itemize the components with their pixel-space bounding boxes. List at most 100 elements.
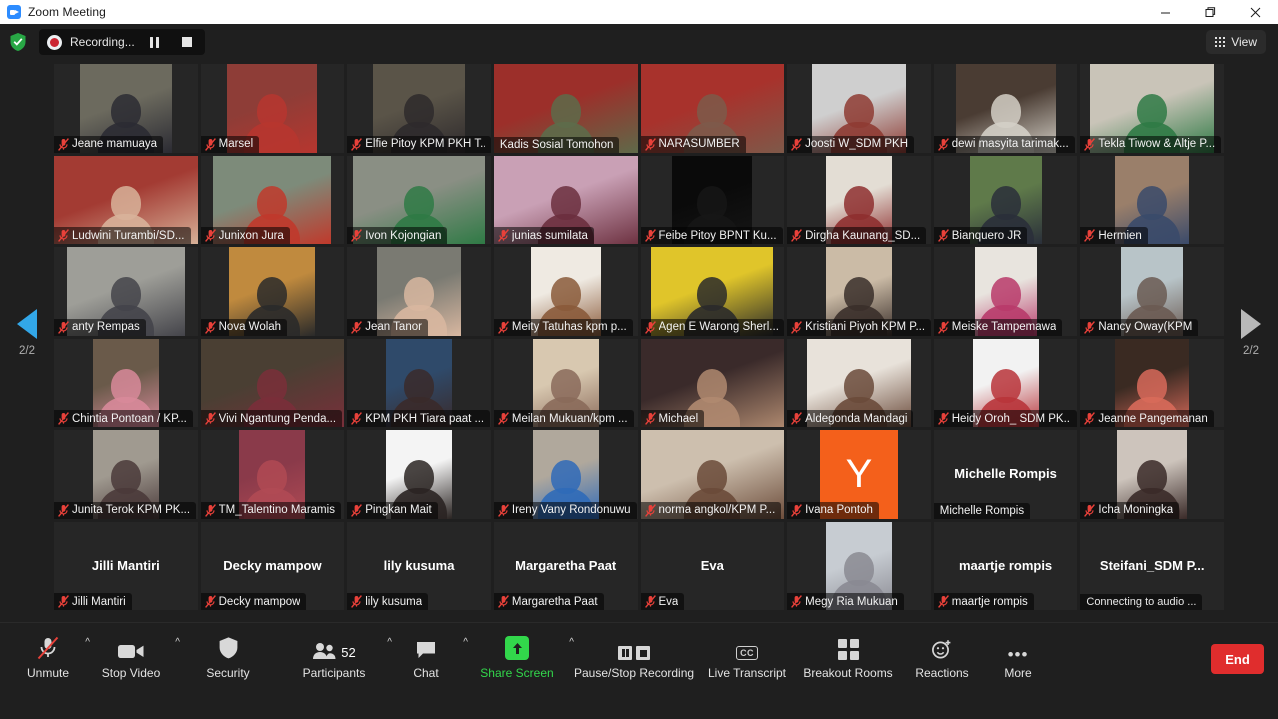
participant-audio-status: Connecting to audio ... bbox=[1086, 596, 1197, 608]
participant-tile[interactable]: Agen E Warong Sherl... bbox=[640, 247, 785, 336]
participant-name: Meity Tatuhas kpm p... bbox=[511, 321, 627, 333]
participant-tile[interactable]: TM_Talentino Maramis bbox=[200, 430, 345, 519]
participant-name: Meilan Mukuan/kpm ... bbox=[511, 412, 628, 425]
participant-tile[interactable]: Jeanne Pangemanan bbox=[1080, 338, 1224, 427]
breakout-button[interactable]: Breakout Rooms bbox=[796, 632, 900, 680]
microphone-muted-icon bbox=[497, 229, 509, 242]
participants-button[interactable]: 52 Participants ^ bbox=[280, 632, 392, 681]
participant-name-bar: Ivana Pontoh bbox=[787, 501, 879, 519]
participant-name-bar: Pingkan Mait bbox=[347, 501, 438, 519]
participant-tile[interactable]: Nancy Oway(KPM bbox=[1080, 247, 1224, 336]
participant-tile[interactable]: Eva Eva bbox=[640, 521, 785, 610]
participant-name: Kadis Sosial Tomohon bbox=[499, 138, 614, 151]
transcript-button[interactable]: CC Live Transcript bbox=[698, 632, 796, 680]
participant-name-bar: Hermien bbox=[1080, 227, 1148, 244]
meeting-toolbar: Unmute ^ Stop Video ^ Security 52 Participants… bbox=[0, 622, 1278, 719]
participant-tile[interactable]: Tekla Tiwow & Altje P... bbox=[1080, 64, 1224, 153]
participant-tile[interactable]: Aldegonda Mandagi bbox=[787, 338, 931, 427]
participant-tile[interactable]: NARASUMBER bbox=[640, 64, 785, 153]
participant-name: Jean Tanor bbox=[365, 321, 422, 333]
participant-tile[interactable]: Elfie Pitoy KPM PKH T... bbox=[347, 64, 491, 153]
participant-tile[interactable]: Megy Ria Mukuan bbox=[787, 521, 931, 610]
participant-tile[interactable]: Kristiani Piyoh KPM P... bbox=[787, 247, 931, 336]
maximize-icon[interactable] bbox=[1188, 0, 1233, 24]
stop-recording-button[interactable] bbox=[175, 31, 199, 53]
participant-tile[interactable]: KPM PKH Tiara paat ... bbox=[347, 338, 491, 427]
participant-tile[interactable]: Meity Tatuhas kpm p... bbox=[493, 247, 638, 336]
microphone-muted-icon bbox=[204, 595, 216, 608]
participant-tile[interactable]: Feibe Pitoy BPNT Ku... bbox=[640, 155, 785, 244]
participant-tile[interactable]: Icha Moningka bbox=[1080, 430, 1224, 519]
participant-name-bar: Aldegonda Mandagi bbox=[787, 410, 914, 427]
participant-name: KPM PKH Tiara paat ... bbox=[365, 412, 485, 425]
participant-tile[interactable]: Dirgha Kaunang_SD... bbox=[787, 155, 931, 244]
participant-name: Dirgha Kaunang_SD... bbox=[805, 229, 921, 242]
participant-tile[interactable]: Bianquero JR bbox=[933, 155, 1078, 244]
participant-tile[interactable]: Junita Terok KPM PK... bbox=[54, 430, 198, 519]
previous-page-button[interactable]: 2/2 bbox=[0, 60, 54, 606]
end-meeting-button[interactable]: End bbox=[1211, 644, 1264, 674]
participant-tile[interactable]: Heidy Oroh_ SDM PK... bbox=[933, 338, 1078, 427]
participant-tile[interactable]: Ludwini Turambi/SD... bbox=[54, 155, 198, 244]
microphone-muted-icon bbox=[644, 320, 656, 334]
participant-tile[interactable]: Pingkan Mait bbox=[347, 430, 491, 519]
participant-tile[interactable]: norma angkol/KPM P... bbox=[640, 430, 785, 519]
participant-tile[interactable]: Michelle Rompis Michelle Rompis bbox=[933, 430, 1078, 519]
security-button[interactable]: Security bbox=[176, 632, 280, 680]
participant-tile[interactable]: lily kusuma lily kusuma bbox=[347, 521, 491, 610]
participant-name: Kristiani Piyoh KPM P... bbox=[805, 321, 925, 333]
participant-name: Vivi Ngantung Penda... bbox=[218, 412, 337, 425]
chat-button[interactable]: Chat ^ bbox=[388, 632, 468, 681]
video-button[interactable]: Stop Video ^ bbox=[86, 632, 180, 681]
participant-tile[interactable]: Steifani_SDM P... Connecting to audio ... bbox=[1080, 521, 1224, 610]
participant-tile[interactable]: Y Ivana Pontoh bbox=[787, 430, 931, 519]
participant-tile[interactable]: Ivon Kojongian bbox=[347, 155, 491, 244]
participant-tile[interactable]: Nova Wolah bbox=[200, 247, 345, 336]
participant-name: Michelle Rompis bbox=[939, 504, 1025, 517]
participant-tile[interactable]: junias sumilata bbox=[493, 155, 638, 244]
participant-tile[interactable]: Vivi Ngantung Penda... bbox=[200, 338, 345, 427]
microphone-muted-icon bbox=[791, 137, 803, 151]
view-button[interactable]: View bbox=[1205, 30, 1266, 54]
participant-name: Decky mampow bbox=[218, 595, 301, 608]
participant-tile[interactable]: Marsel bbox=[200, 64, 345, 153]
participant-tile[interactable]: Meilan Mukuan/kpm ... bbox=[493, 338, 638, 427]
participant-tile[interactable]: Decky mampow Decky mampow bbox=[200, 521, 345, 610]
participant-name: anty Rempas bbox=[72, 321, 140, 333]
participant-tile[interactable]: Junixon Jura bbox=[200, 155, 345, 244]
participant-tile[interactable]: Michael bbox=[640, 338, 785, 427]
participant-name-bar: Nova Wolah bbox=[200, 318, 288, 336]
participant-tile[interactable]: Margaretha Paat Margaretha Paat bbox=[493, 521, 638, 610]
next-page-button[interactable]: 2/2 bbox=[1224, 60, 1278, 606]
share-button[interactable]: Share Screen ^ bbox=[464, 632, 574, 680]
participant-tile[interactable]: Ireny Vany Rondonuwu bbox=[493, 430, 638, 519]
more-button[interactable]: ••• More bbox=[984, 632, 1052, 680]
participant-tile[interactable]: dewi masyita tarimak... bbox=[933, 64, 1078, 153]
participant-tile[interactable]: Chintia Pontoan / KP... bbox=[54, 338, 198, 427]
participant-tile[interactable]: Joosti W_SDM PKH bbox=[787, 64, 931, 153]
pause-recording-button[interactable] bbox=[143, 31, 167, 53]
participant-tile[interactable]: maartje rompis maartje rompis bbox=[933, 521, 1078, 610]
participant-tile[interactable]: anty Rempas bbox=[54, 247, 198, 336]
microphone-muted-icon bbox=[204, 503, 216, 517]
recording-button[interactable]: Pause/Stop Recording bbox=[570, 632, 698, 680]
microphone-muted-icon bbox=[791, 320, 803, 334]
participant-tile[interactable]: Kadis Sosial Tomohon bbox=[493, 64, 638, 153]
minimize-icon[interactable] bbox=[1143, 0, 1188, 24]
participant-tile[interactable]: Jilli Mantiri Jilli Mantiri bbox=[54, 521, 198, 610]
participant-tile[interactable]: Jeane mamuaya bbox=[54, 64, 198, 153]
participant-tile[interactable]: Meiske Tampemawa bbox=[933, 247, 1078, 336]
microphone-muted-icon bbox=[791, 595, 803, 608]
mute-button[interactable]: Unmute ^ bbox=[10, 632, 90, 680]
microphone-muted-icon bbox=[351, 595, 363, 608]
shield-check-icon[interactable] bbox=[9, 32, 27, 52]
participant-name: Ireny Vany Rondonuwu bbox=[511, 504, 631, 516]
participant-tile[interactable]: Hermien bbox=[1080, 155, 1224, 244]
participant-name: Meiske Tampemawa bbox=[951, 321, 1057, 333]
microphone-muted-icon bbox=[937, 137, 949, 151]
participant-tile[interactable]: Jean Tanor bbox=[347, 247, 491, 336]
participant-name: Jeanne Pangemanan bbox=[1098, 412, 1208, 425]
reactions-button[interactable]: Reactions bbox=[900, 632, 984, 680]
close-icon[interactable] bbox=[1233, 0, 1278, 24]
participant-name: Nova Wolah bbox=[218, 321, 282, 333]
